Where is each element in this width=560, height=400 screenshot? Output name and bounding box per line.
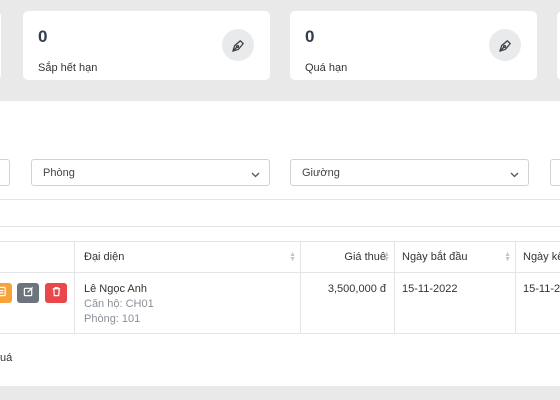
sort-icon: ▲ ▼: [383, 251, 390, 263]
stat-value: 0: [38, 27, 48, 46]
apartment-label: Căn hộ: CH01: [84, 298, 154, 310]
document-icon: [0, 284, 7, 302]
column-header-label: Giá thuê: [344, 251, 386, 263]
column-header-end-date[interactable]: Ngày kế: [515, 242, 560, 273]
edit-button[interactable]: [17, 283, 39, 303]
tenant-name: Lê Ngọc Anh: [84, 283, 147, 295]
sort-icon: ▲ ▼: [289, 251, 296, 263]
stat-card-overdue: 0 Quá hạn: [290, 11, 537, 80]
bed-select[interactable]: Giường: [290, 159, 529, 186]
cell-representative: Lê Ngọc Anh Căn hộ: CH01 Phòng: 101: [74, 273, 300, 333]
stat-value: 0: [305, 27, 315, 46]
room-select[interactable]: Phòng: [31, 159, 270, 186]
column-header-start-date[interactable]: Ngày bắt đầu ▲ ▼: [394, 242, 515, 273]
column-header-price[interactable]: Giá thuê ▲ ▼: [300, 242, 394, 273]
room-label: Phòng: 101: [84, 313, 141, 325]
table-header: Đại diện ▲ ▼ Giá thuê ▲ ▼ Ngày bắt đầu ▲ ▼ …: [0, 241, 560, 273]
pen-nib-icon: [222, 29, 254, 61]
chevron-down-icon: [510, 169, 519, 181]
chevron-down-icon: [251, 169, 260, 181]
search-input[interactable]: [0, 199, 560, 227]
bed-select-value: Giường: [302, 167, 340, 179]
room-select-value: Phòng: [43, 167, 75, 179]
table-row: Lê Ngọc Anh Căn hộ: CH01 Phòng: 101 3,50…: [0, 273, 560, 334]
cell-price: 3,500,000 đ: [300, 273, 394, 333]
cell-end-date: 15-11-20: [515, 273, 560, 333]
stat-card-partial-left: [0, 11, 1, 80]
delete-button[interactable]: [45, 283, 67, 303]
column-header-label: Ngày kế: [523, 251, 560, 263]
pen-nib-icon: [489, 29, 521, 61]
column-header-representative[interactable]: Đại diện ▲ ▼: [74, 242, 300, 273]
column-header-label: Đại diện: [84, 251, 125, 263]
stat-label: Sắp hết hạn: [38, 62, 98, 74]
table-footer-text: uá: [0, 352, 13, 364]
stat-label: Quá hạn: [305, 62, 348, 74]
trash-icon: [51, 284, 62, 302]
stat-card-expiring: 0 Sắp hết hạn: [23, 11, 270, 80]
column-header-label: Ngày bắt đầu: [402, 251, 468, 263]
filter-select-partial-right[interactable]: [550, 159, 560, 186]
renew-button[interactable]: [0, 283, 12, 303]
cell-start-date: 15-11-2022: [394, 273, 515, 333]
edit-icon: [23, 284, 34, 302]
filter-select-partial[interactable]: [0, 159, 10, 186]
sort-icon: ▲ ▼: [504, 251, 511, 263]
